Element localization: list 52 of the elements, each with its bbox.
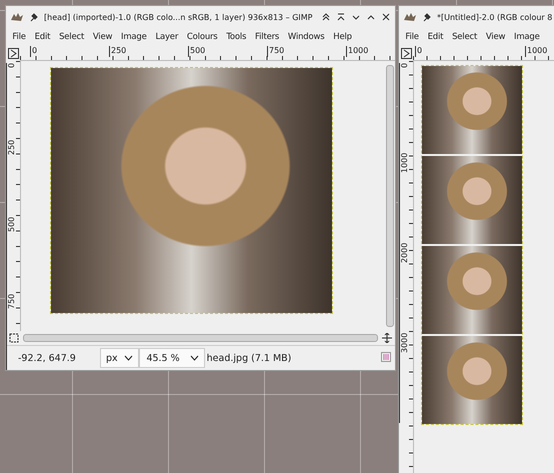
caret-icon (124, 355, 133, 361)
app-icon (10, 11, 24, 23)
ruler-label: 0 (6, 63, 16, 140)
app-icon (403, 11, 417, 23)
ruler-label: 1000 (399, 153, 409, 243)
horizontal-scrollbar[interactable] (23, 334, 378, 342)
ruler-label: 750 (267, 46, 346, 57)
menu-item[interactable]: Tools (222, 32, 251, 42)
pin-icon[interactable] (422, 12, 432, 22)
file-info: head.jpg (7.1 MB) (206, 352, 292, 364)
menu-item[interactable]: Select (448, 32, 482, 42)
ruler-label: 750 (6, 294, 16, 370)
quick-mask-icon[interactable] (9, 333, 19, 343)
menu-item[interactable]: Filters (250, 32, 284, 42)
color-management-icon[interactable] (381, 352, 391, 362)
menu-item[interactable]: File (8, 32, 30, 42)
menu-item[interactable]: Image (116, 32, 152, 42)
window-title: *[Untitled]-2.0 (RGB colour 8 (437, 12, 552, 22)
ruler-label: 1000 (525, 46, 554, 57)
pointer-coordinates: -92.2, 647.9 (17, 352, 77, 364)
move-icon[interactable] (382, 333, 392, 343)
menu-item[interactable]: View (481, 32, 510, 42)
zoom-dropdown[interactable]: 45.5 % (138, 348, 205, 368)
keep-above-icon[interactable] (321, 12, 331, 22)
navigate-icon[interactable] (400, 48, 412, 59)
ruler-label: 500 (188, 46, 267, 57)
menu-item[interactable]: File (401, 32, 424, 42)
menu-item[interactable]: Edit (423, 32, 448, 42)
menu-item[interactable]: View (88, 32, 117, 42)
menu-item[interactable]: Layer (151, 32, 183, 42)
menu-item[interactable]: Edit (30, 32, 55, 42)
window-title: [head] (imported)-1.0 (RGB colo...n sRGB, 1 layer) 936x813 – GIMP (44, 12, 312, 22)
ruler-label: 250 (109, 46, 188, 57)
vertical-scrollbar[interactable] (386, 65, 394, 327)
close-icon[interactable] (381, 12, 391, 22)
menu-item[interactable]: Select (54, 32, 88, 42)
menu-item[interactable]: Windows (284, 32, 329, 42)
pin-icon[interactable] (29, 12, 39, 22)
navigate-icon[interactable] (8, 48, 18, 59)
ruler-label: 0 (30, 46, 109, 57)
ruler-label: 2000 (399, 243, 409, 333)
menu-item[interactable]: Colours (182, 32, 222, 42)
menu-item[interactable]: Help (328, 32, 356, 42)
shade-icon[interactable] (336, 12, 346, 22)
unit-dropdown[interactable]: px (100, 348, 139, 368)
menu-item[interactable]: Image (510, 32, 544, 42)
ruler-label: 0 (415, 46, 525, 57)
ruler-label: 250 (6, 140, 16, 217)
ruler-label: 0 (399, 63, 409, 153)
caret-icon (190, 355, 199, 361)
ruler-label: 500 (6, 217, 16, 294)
ruler-label: 3000 (399, 333, 409, 423)
